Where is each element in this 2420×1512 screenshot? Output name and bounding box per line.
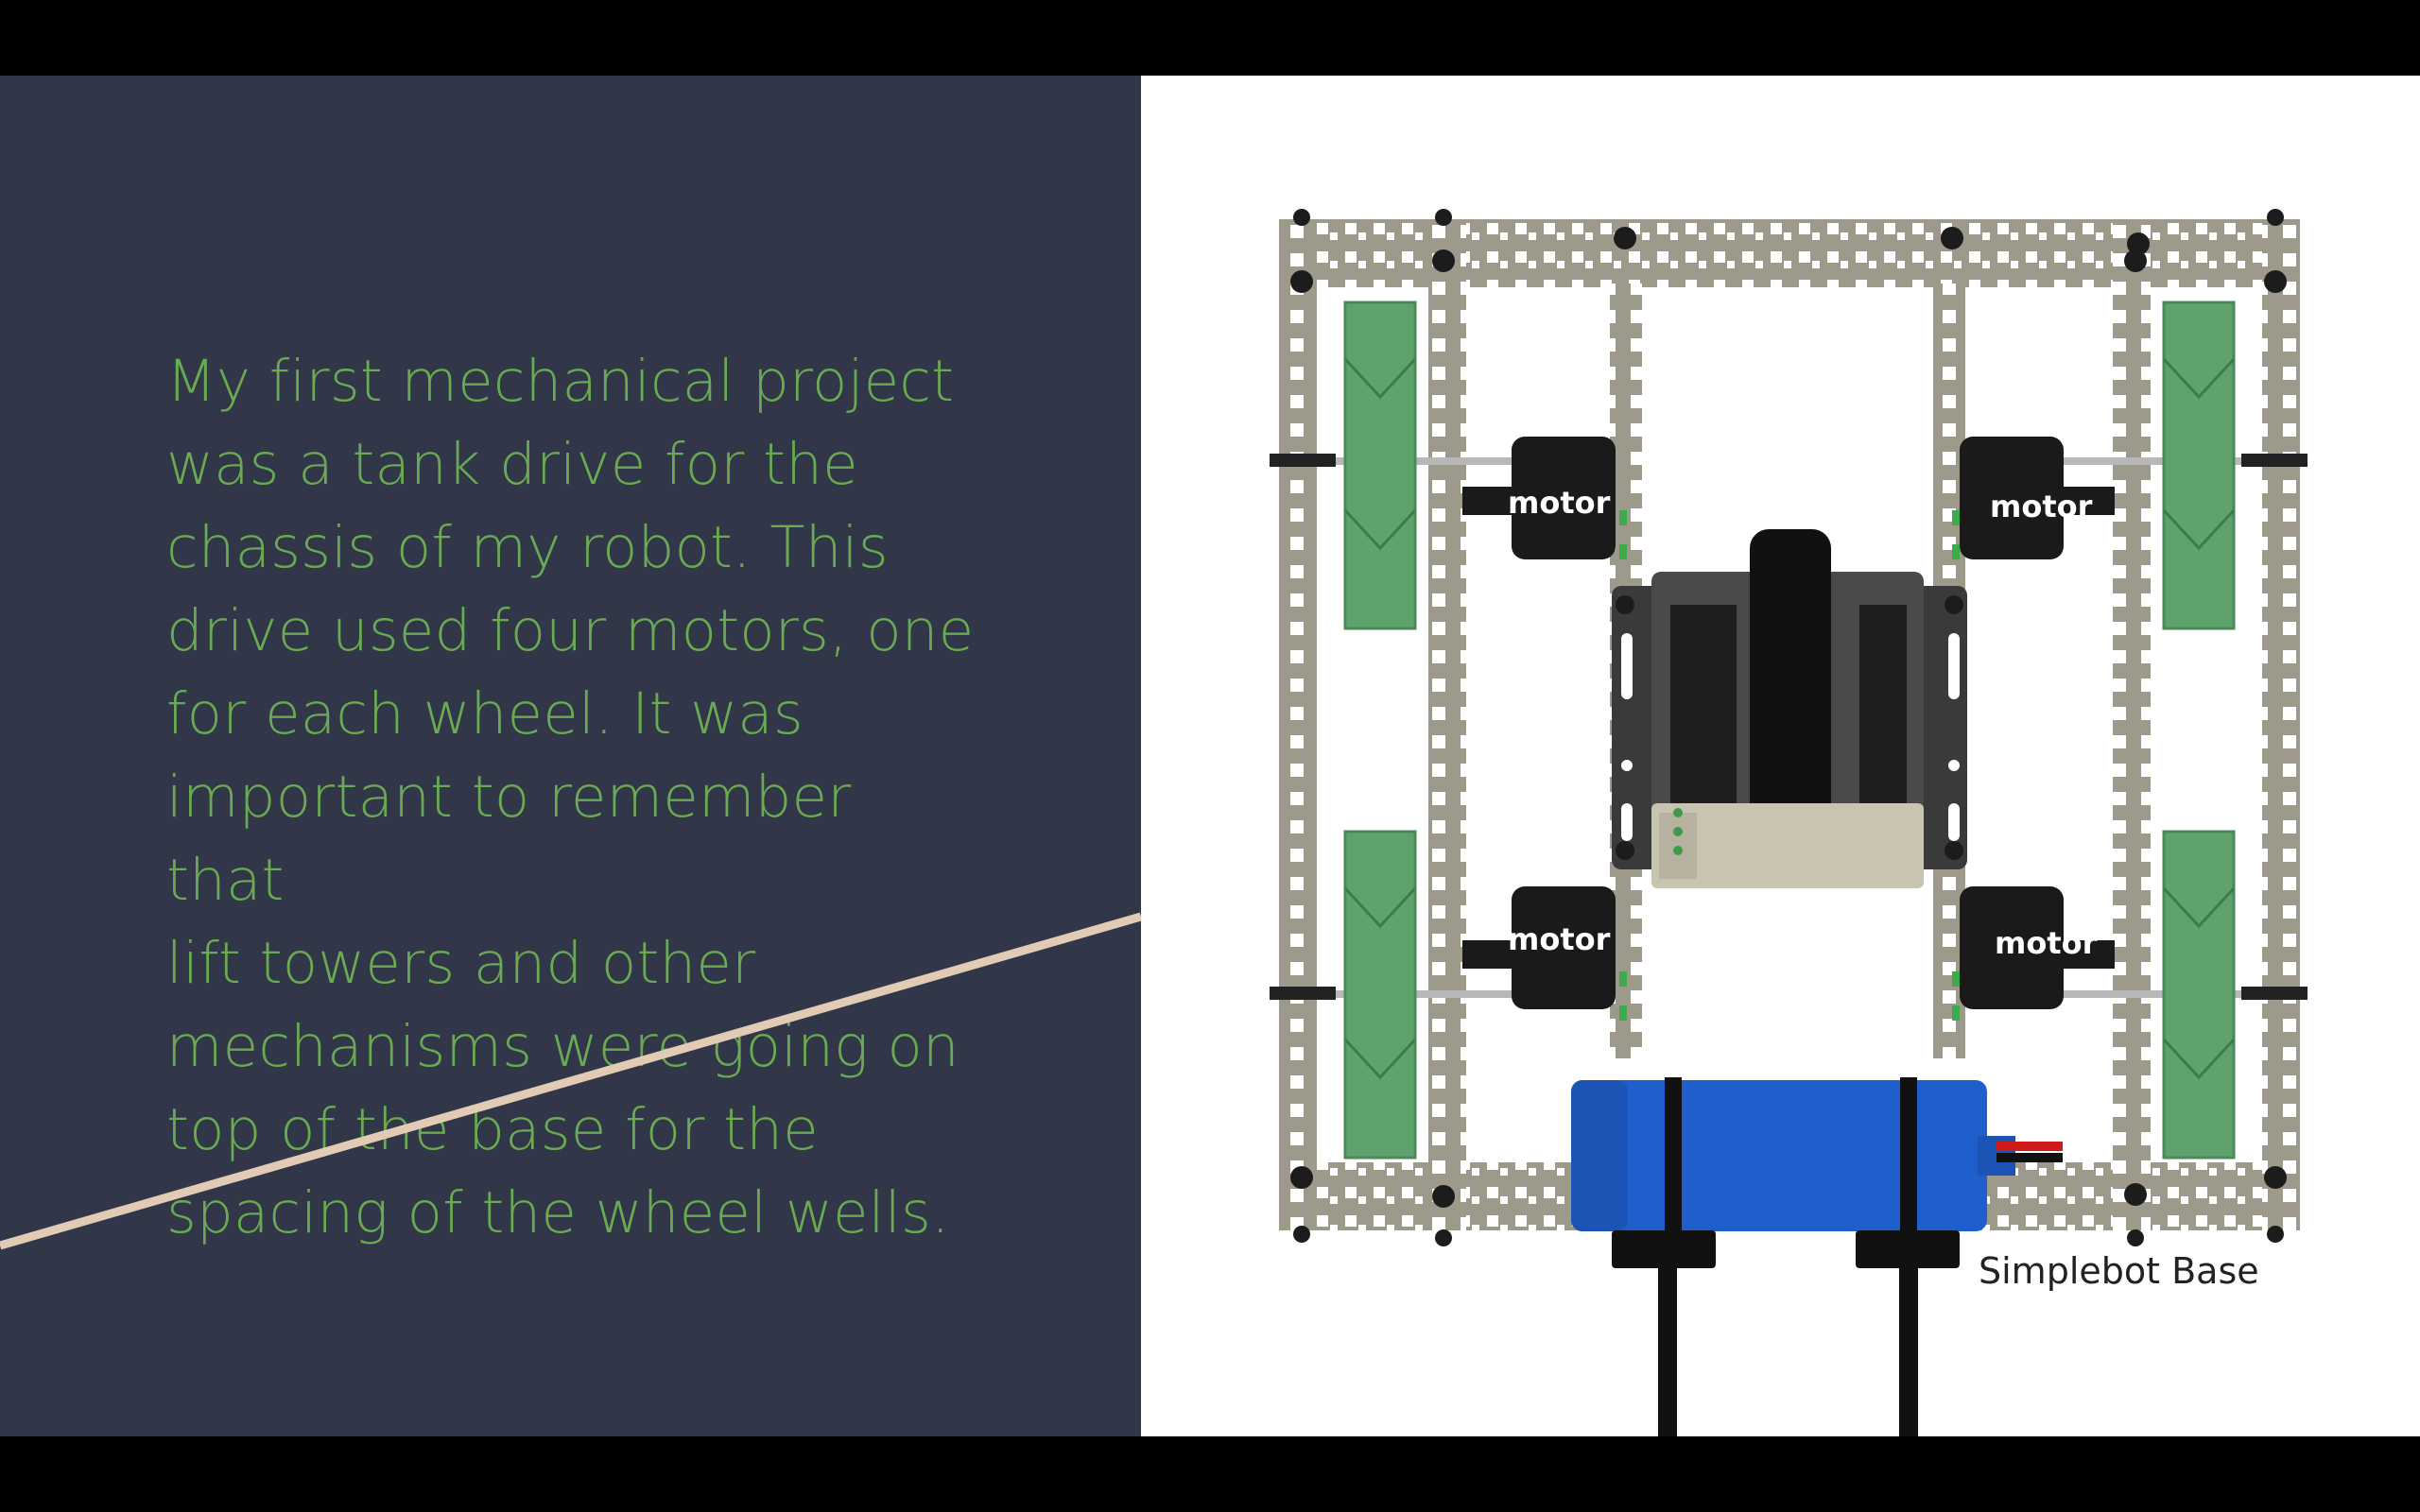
motor-label-rear-left: motor	[1508, 921, 1611, 957]
robot-base-image: motor motor motor motor Simplebot Base	[1141, 76, 2420, 1436]
image-caption: Simplebot Base	[1979, 1250, 2259, 1292]
slide-body-text: My first mechanical project was a tank d…	[166, 348, 975, 1246]
motor-label-rear-right: motor	[1995, 925, 2098, 961]
slide: My first mechanical project was a tank d…	[0, 76, 2420, 1436]
robot-chassis-illustration	[1270, 209, 2308, 1436]
motor-label-front-left: motor	[1508, 485, 1611, 521]
left-text-panel: My first mechanical project was a tank d…	[0, 76, 1141, 1436]
motor-label-front-right: motor	[1990, 489, 2093, 524]
